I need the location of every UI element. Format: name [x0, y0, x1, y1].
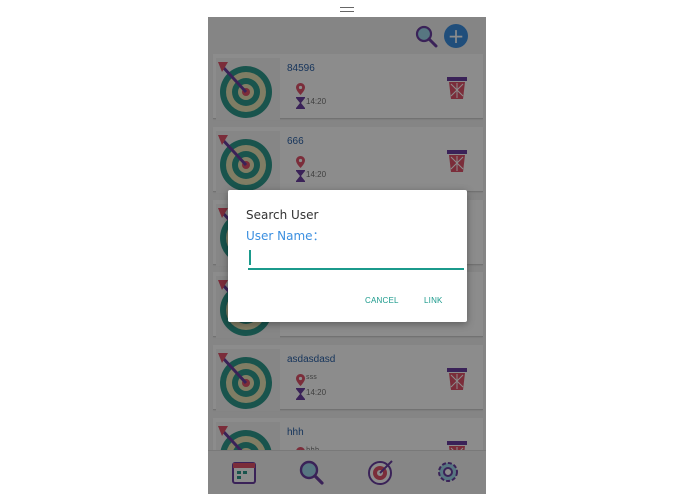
user-name-label: User Name： — [246, 229, 325, 243]
search-user-dialog: Search User User Name： CANCEL LINK — [228, 190, 467, 322]
cancel-button[interactable]: CANCEL — [365, 296, 399, 305]
user-name-input[interactable] — [248, 248, 464, 270]
drag-handle-icon[interactable] — [340, 7, 354, 12]
status-bar — [208, 0, 486, 17]
dialog-title: Search User — [246, 208, 319, 222]
text-cursor — [249, 250, 251, 265]
link-button[interactable]: LINK — [424, 296, 443, 305]
